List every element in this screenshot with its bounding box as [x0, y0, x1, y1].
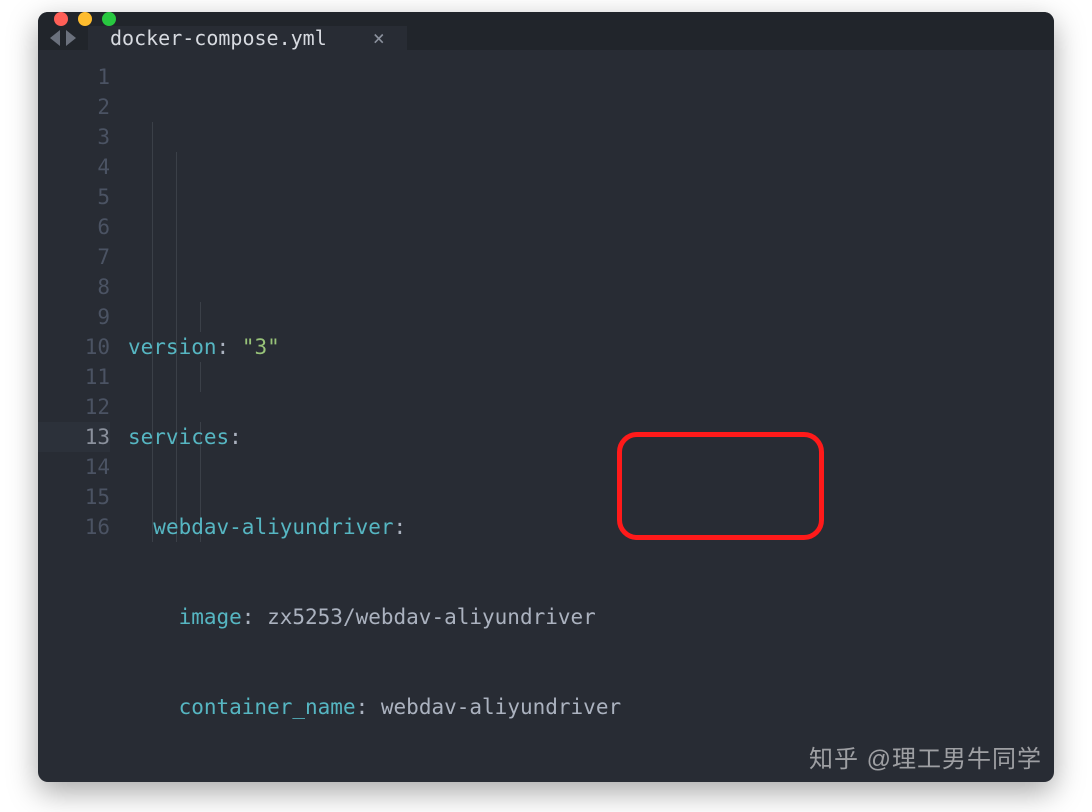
line-number: 3 — [38, 122, 110, 152]
tab-nav — [38, 26, 88, 50]
line-number: 4 — [38, 152, 110, 182]
tab-bar: docker-compose.yml × — [38, 26, 1054, 50]
tab-file[interactable]: docker-compose.yml × — [88, 26, 407, 50]
line-number: 10 — [38, 332, 110, 362]
code-line: webdav-aliyundriver: — [128, 512, 1054, 542]
line-number-gutter: 1 2 3 4 5 6 7 8 9 10 11 12 13 14 15 16 — [38, 62, 128, 782]
window-close-button[interactable] — [54, 12, 68, 26]
line-number: 8 — [38, 272, 110, 302]
editor-window: docker-compose.yml × 1 2 3 4 5 6 7 8 9 1… — [38, 12, 1054, 782]
code-line: version: "3" — [128, 332, 1054, 362]
line-number: 13 — [38, 422, 110, 452]
line-number: 6 — [38, 212, 110, 242]
code-line: image: zx5253/webdav-aliyundriver — [128, 602, 1054, 632]
line-number: 9 — [38, 302, 110, 332]
tab-filename: docker-compose.yml — [110, 26, 327, 50]
nav-back-icon[interactable] — [50, 30, 60, 46]
window-minimize-button[interactable] — [78, 12, 92, 26]
line-number: 11 — [38, 362, 110, 392]
window-maximize-button[interactable] — [102, 12, 116, 26]
line-number: 1 — [38, 62, 110, 92]
close-icon[interactable]: × — [373, 28, 385, 48]
indent-guide — [200, 362, 201, 392]
indent-guide — [200, 302, 201, 332]
line-number: 7 — [38, 242, 110, 272]
code-area[interactable]: version: "3" services: webdav-aliyundriv… — [128, 62, 1054, 782]
editor-body[interactable]: 1 2 3 4 5 6 7 8 9 10 11 12 13 14 15 16 v… — [38, 50, 1054, 782]
line-number: 14 — [38, 452, 110, 482]
line-number: 16 — [38, 512, 110, 542]
code-line: container_name: webdav-aliyundriver — [128, 692, 1054, 722]
line-number: 12 — [38, 392, 110, 422]
watermark-text: 知乎 @理工男牛同学 — [809, 739, 1042, 774]
line-number: 15 — [38, 482, 110, 512]
line-number: 2 — [38, 92, 110, 122]
line-number: 5 — [38, 182, 110, 212]
nav-forward-icon[interactable] — [66, 30, 76, 46]
code-line: services: — [128, 422, 1054, 452]
window-titlebar — [38, 12, 1054, 26]
